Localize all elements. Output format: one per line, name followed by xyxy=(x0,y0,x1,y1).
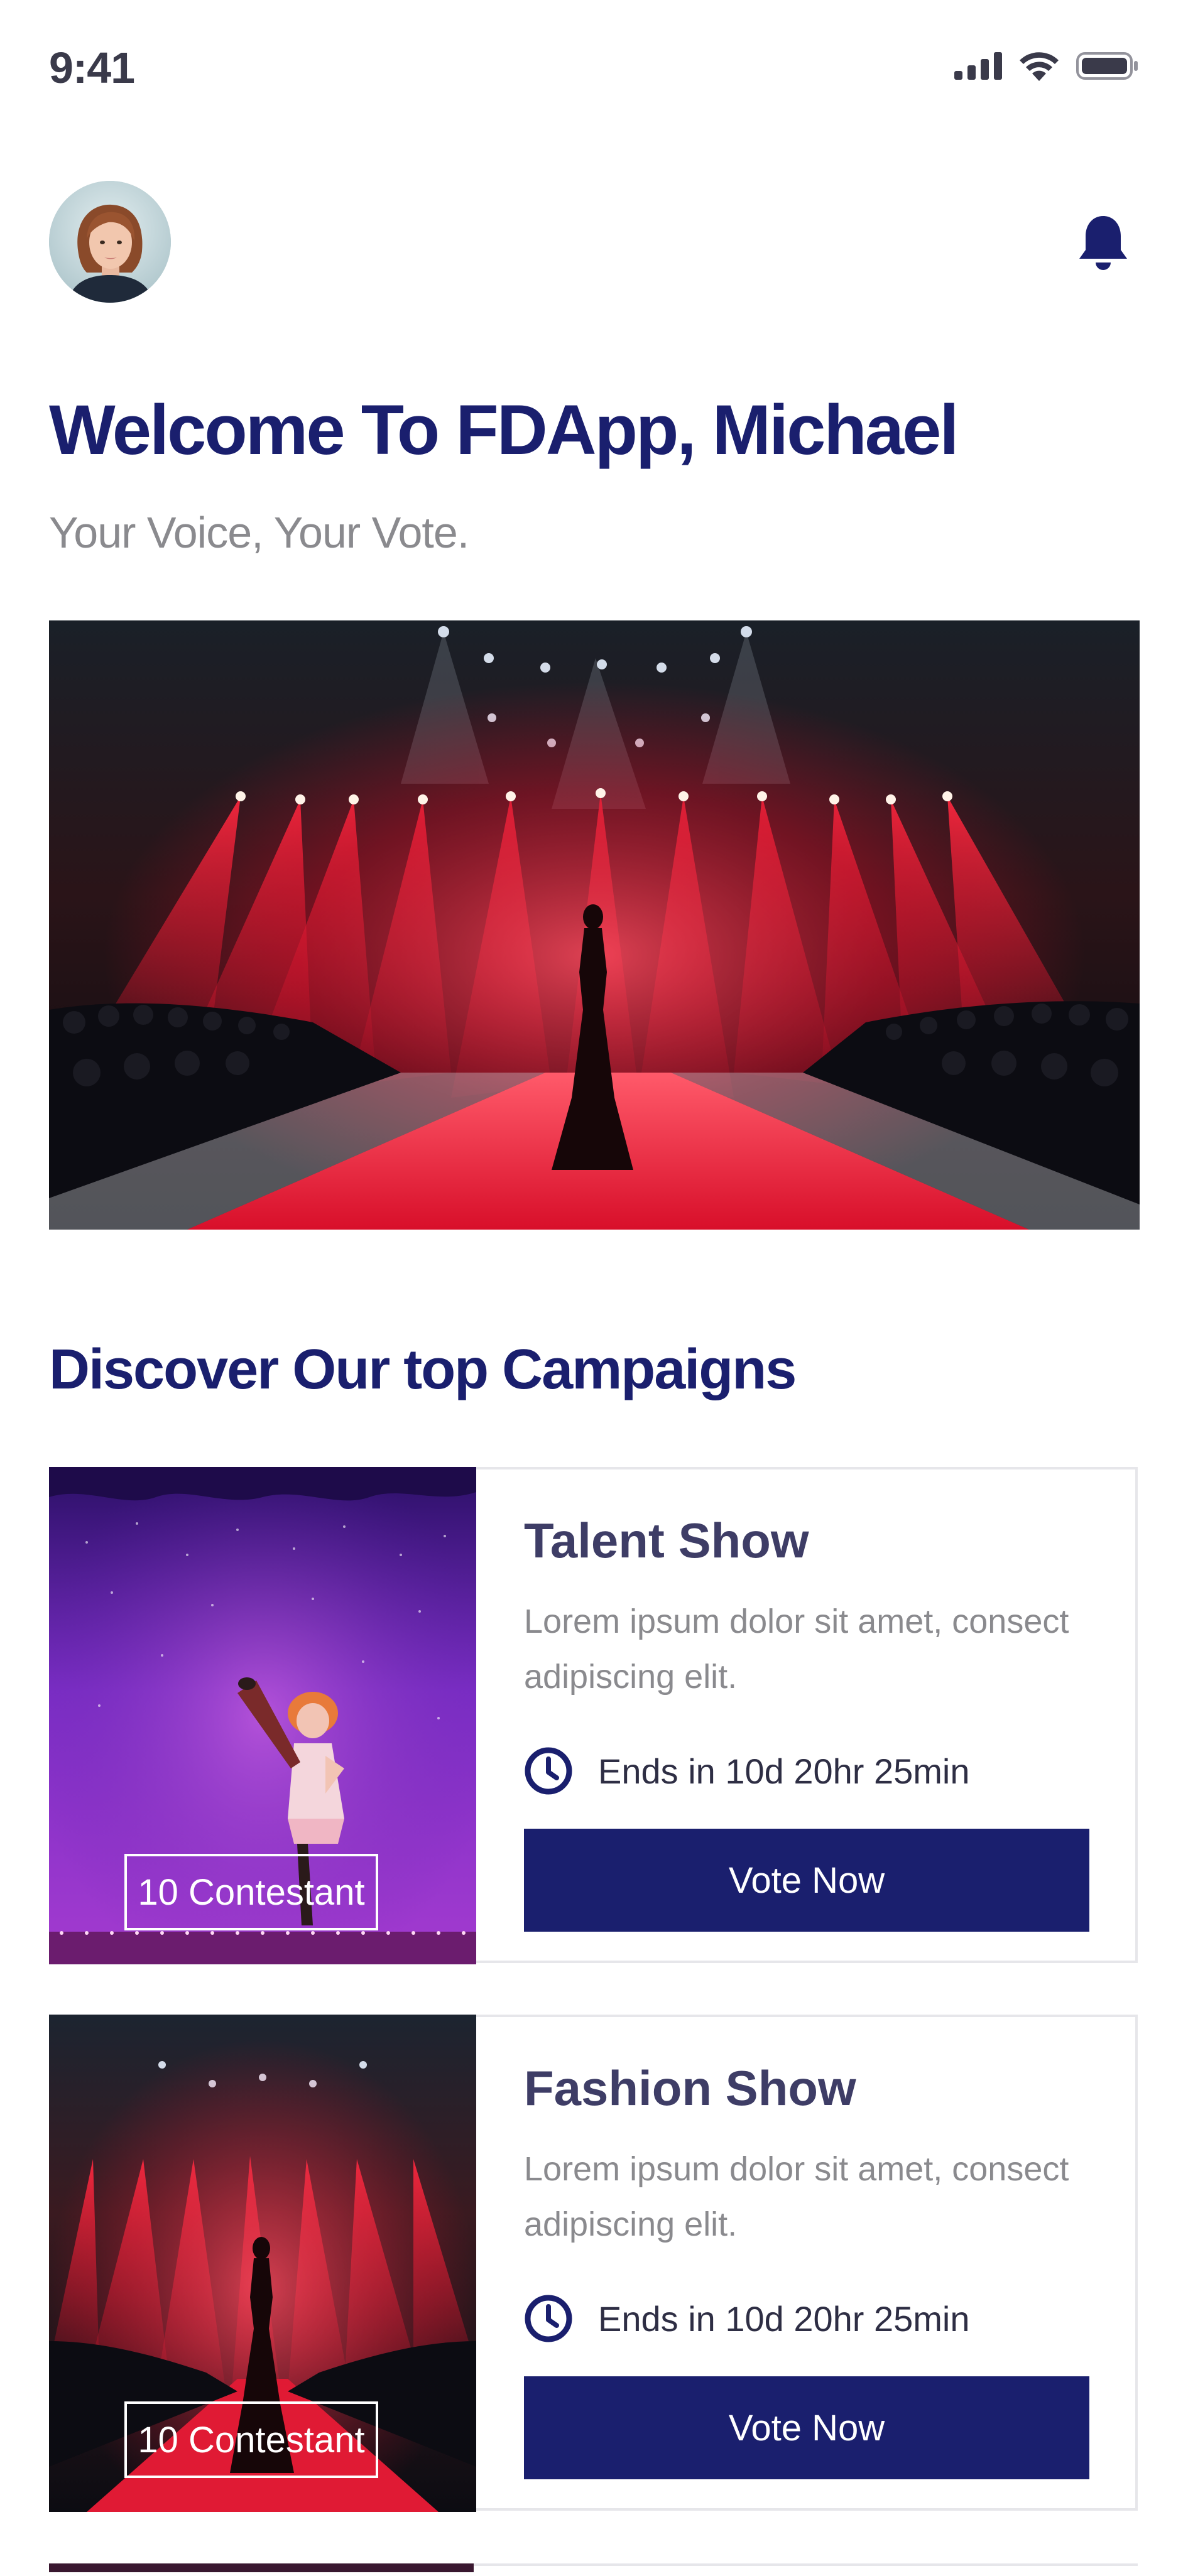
vote-now-button[interactable]: Vote Now xyxy=(524,1829,1089,1932)
runway-stage-hero-image xyxy=(49,620,1140,1230)
avatar[interactable] xyxy=(49,181,171,303)
campaign-countdown: Ends in 10d 20hr 25min xyxy=(524,1746,970,1796)
wifi-icon xyxy=(1020,52,1059,81)
campaign-image: 10 Contestant xyxy=(49,1467,476,1964)
campaign-card-body: Fashion Show Lorem ipsum dolor sit amet,… xyxy=(524,2017,1089,2508)
campaign-ends-text: Ends in 10d 20hr 25min xyxy=(598,1751,970,1791)
campaign-card-body: Talent Show Lorem ipsum dolor sit amet, … xyxy=(524,1469,1089,1961)
card-border-peek xyxy=(474,2563,1138,2566)
cellular-signal-icon xyxy=(954,52,1002,80)
vote-now-button[interactable]: Vote Now xyxy=(524,2376,1089,2479)
campaign-card-peek xyxy=(49,2563,1138,2576)
campaign-image: 10 Contestant xyxy=(49,2015,476,2512)
campaign-title: Talent Show xyxy=(524,1513,809,1568)
clock-icon xyxy=(525,2295,572,2342)
clock-icon xyxy=(525,1747,572,1795)
campaign-title: Fashion Show xyxy=(524,2060,856,2116)
campaign-image-peek xyxy=(49,2563,474,2572)
bell-icon[interactable] xyxy=(1076,214,1130,273)
campaign-description: Lorem ipsum dolor sit amet, consect adip… xyxy=(524,1603,1069,1696)
campaign-countdown: Ends in 10d 20hr 25min xyxy=(524,2293,970,2344)
campaign-description: Lorem ipsum dolor sit amet, consect adip… xyxy=(524,2150,1069,2243)
section-title: Discover Our top Campaigns xyxy=(49,1338,797,1401)
campaign-ends-text: Ends in 10d 20hr 25min xyxy=(598,2298,970,2339)
hero-image[interactable] xyxy=(49,620,1140,1230)
avatar-portrait xyxy=(49,181,171,303)
welcome-subtitle: Your Voice, Your Vote. xyxy=(49,508,469,557)
contestant-count-badge: 10 Contestant xyxy=(124,1854,378,1930)
status-icons xyxy=(954,50,1139,82)
campaign-card[interactable]: 10 Contestant Talent Show Lorem ipsum do… xyxy=(49,1467,1138,1964)
status-time: 9:41 xyxy=(49,43,135,92)
battery-icon xyxy=(1076,52,1138,80)
campaign-card[interactable]: 10 Contestant Fashion Show Lorem ipsum d… xyxy=(49,2015,1138,2512)
welcome-title: Welcome To FDApp, Michael xyxy=(49,391,959,469)
status-bar: 9:41 xyxy=(0,0,1188,132)
contestant-count-badge: 10 Contestant xyxy=(124,2401,378,2478)
